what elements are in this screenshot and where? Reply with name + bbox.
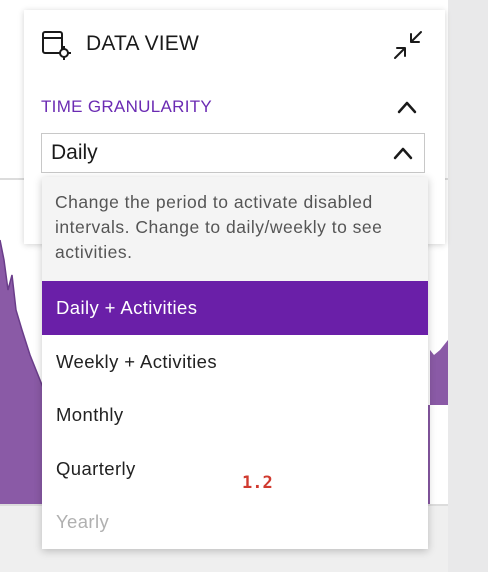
option-list: Daily + Activities Weekly + Activities M… (42, 281, 428, 549)
time-granularity-select[interactable]: Daily (41, 133, 425, 173)
time-granularity-header[interactable]: TIME GRANULARITY (24, 92, 445, 122)
time-granularity-label: TIME GRANULARITY (41, 97, 213, 116)
background-scroll-strip (448, 0, 488, 572)
help-text: Change the period to activate disabled i… (55, 192, 383, 262)
select-value: Daily (51, 141, 98, 164)
option-weekly-activities[interactable]: Weekly + Activities (42, 335, 428, 389)
dropdown-help: Change the period to activate disabled i… (42, 177, 428, 281)
collapse-arrows-icon[interactable] (392, 30, 424, 60)
option-daily-activities[interactable]: Daily + Activities (42, 281, 428, 335)
card-title: DATA VIEW (86, 32, 200, 55)
option-quarterly[interactable]: Quarterly (42, 442, 428, 496)
option-monthly[interactable]: Monthly (42, 388, 428, 442)
annotation-label: 1.2 (242, 473, 273, 493)
calendar-settings-icon (42, 31, 71, 60)
chevron-up-icon[interactable] (396, 98, 418, 116)
chevron-up-icon (393, 147, 413, 160)
granularity-dropdown: Change the period to activate disabled i… (42, 177, 428, 549)
option-yearly: Yearly (56, 511, 110, 533)
card-header: DATA VIEW (24, 10, 445, 78)
